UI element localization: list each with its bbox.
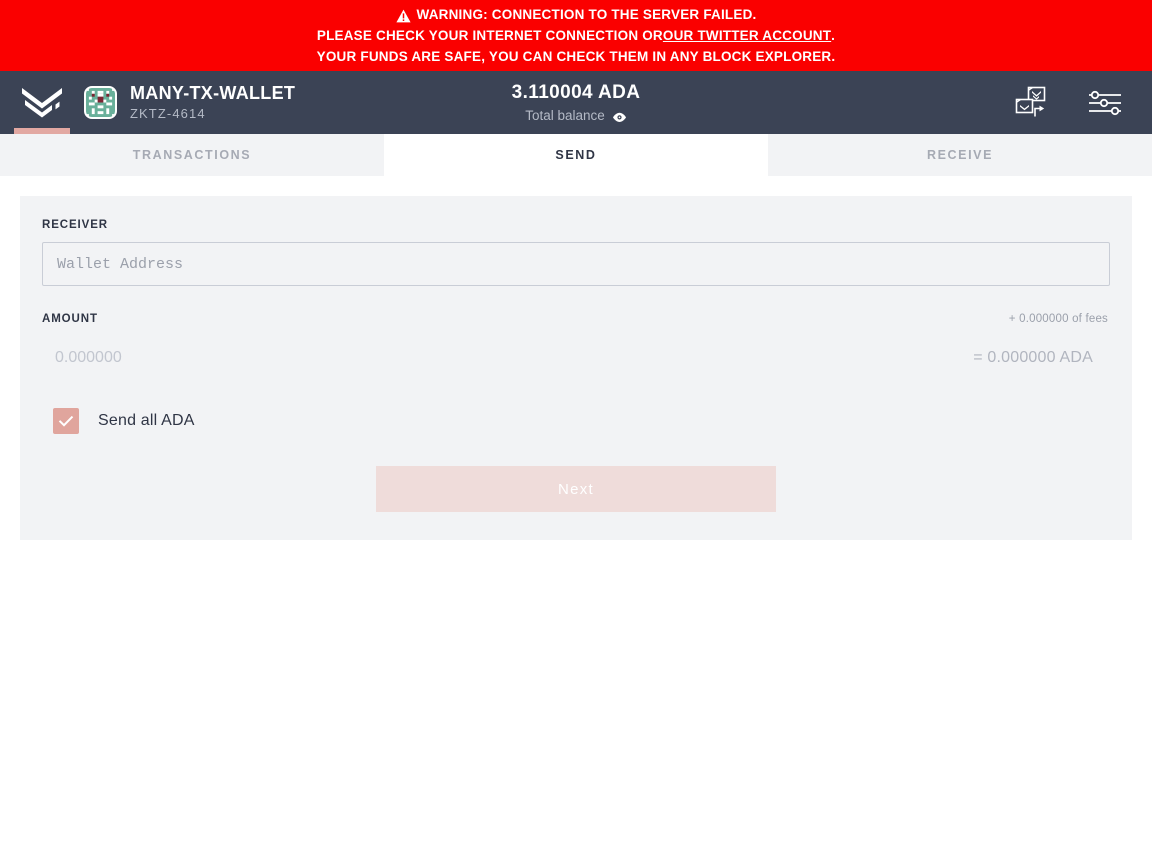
page-content: Receiver Amount + 0.000000 of fees = 0.0… bbox=[0, 176, 1152, 560]
amount-label: Amount bbox=[42, 313, 98, 325]
send-all-ada-label: Send all ADA bbox=[98, 412, 195, 429]
app-header: MANY-TX-WALLET ZKTZ-4614 3.110004 ADA To… bbox=[0, 71, 1152, 134]
send-all-ada-checkbox[interactable]: Send all ADA bbox=[40, 408, 195, 434]
wallet-name: MANY-TX-WALLET bbox=[130, 83, 296, 103]
tab-transactions[interactable]: Transactions bbox=[0, 134, 384, 176]
transaction-fees-note: + 0.000000 of fees bbox=[1008, 313, 1108, 325]
wallet-id: ZKTZ-4614 bbox=[130, 106, 206, 121]
header-actions bbox=[1014, 84, 1152, 122]
daedalus-logo-button[interactable] bbox=[0, 71, 84, 134]
warning-line-2: PLEASE CHECK YOUR INTERNET CONNECTION OR… bbox=[317, 26, 835, 47]
checkbox-checked-icon bbox=[53, 408, 79, 434]
eye-icon[interactable] bbox=[612, 110, 627, 122]
daedalus-logo-icon bbox=[21, 86, 63, 120]
wallet-identity[interactable]: MANY-TX-WALLET ZKTZ-4614 bbox=[84, 83, 295, 122]
wallet-navigation-tabs: Transactions Send Receive bbox=[0, 134, 1152, 176]
amount-input[interactable] bbox=[55, 349, 355, 367]
next-button[interactable]: Next bbox=[376, 466, 776, 512]
send-form-card: Receiver Amount + 0.000000 of fees = 0.0… bbox=[20, 196, 1132, 540]
wallet-identicon-avatar bbox=[84, 86, 117, 119]
warning-text-2-suffix: . bbox=[831, 28, 836, 44]
wallet-switch-button[interactable] bbox=[1014, 84, 1052, 122]
settings-button[interactable] bbox=[1086, 84, 1124, 122]
total-balance-amount: 3.110004 ADA bbox=[511, 82, 641, 103]
wallet-switch-icon bbox=[1015, 86, 1051, 120]
warning-line-1: WARNING: CONNECTION TO THE SERVER FAILED… bbox=[395, 5, 757, 26]
tab-receive[interactable]: Receive bbox=[768, 134, 1152, 176]
warning-text-1: WARNING: CONNECTION TO THE SERVER FAILED… bbox=[416, 7, 757, 23]
warning-line-3: YOUR FUNDS ARE SAFE, YOU CAN CHECK THEM … bbox=[316, 48, 836, 64]
tab-send[interactable]: Send bbox=[384, 134, 768, 176]
server-connection-warning-banner: WARNING: CONNECTION TO THE SERVER FAILED… bbox=[0, 0, 1152, 71]
amount-total-value: = 0.000000 ADA bbox=[973, 349, 1093, 366]
sliders-settings-icon bbox=[1088, 90, 1122, 116]
total-balance-label: Total balance bbox=[525, 108, 605, 123]
receiver-label: Receiver bbox=[42, 219, 108, 231]
warning-text-2-prefix: PLEASE CHECK YOUR INTERNET CONNECTION OR bbox=[316, 28, 663, 44]
amount-input-row: = 0.000000 ADA bbox=[40, 336, 1108, 380]
receiver-address-input[interactable] bbox=[42, 242, 1110, 286]
warning-triangle-icon bbox=[395, 9, 411, 23]
twitter-account-link[interactable]: OUR TWITTER ACCOUNT bbox=[663, 26, 831, 47]
logo-active-indicator bbox=[14, 128, 70, 134]
